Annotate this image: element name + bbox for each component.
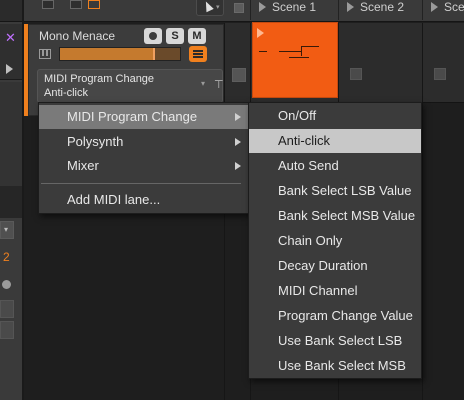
mute-button[interactable]: M: [188, 28, 206, 44]
play-icon[interactable]: [257, 28, 264, 38]
menu-item-mixer[interactable]: Mixer: [39, 154, 249, 178]
menu-icon: [193, 56, 203, 58]
scene-label: Scene 2: [360, 0, 405, 14]
menu-item-label: Use Bank Select MSB: [278, 358, 406, 373]
grid-line: [24, 22, 464, 23]
clip-note: [301, 46, 302, 56]
submenu-item-program-change-value[interactable]: Program Change Value: [249, 304, 421, 328]
clip-slot[interactable]: [252, 22, 338, 98]
chevron-right-icon: [235, 113, 241, 121]
chevron-right-icon: [235, 138, 241, 146]
submenu-item-decay-duration[interactable]: Decay Duration: [249, 254, 421, 278]
toolbar-active-toggle[interactable]: [88, 0, 100, 9]
clip-note: [279, 51, 301, 52]
menu-item-label: Auto Send: [278, 158, 339, 173]
play-icon[interactable]: [6, 64, 13, 74]
chevron-down-icon: ▾: [201, 79, 206, 88]
scene-label: Sce: [444, 0, 464, 14]
toolbar-grid-icon-2[interactable]: [70, 0, 82, 9]
grid-line: [422, 22, 423, 400]
close-icon[interactable]: ✕: [5, 30, 16, 46]
play-icon[interactable]: [259, 2, 266, 12]
pin-icon[interactable]: ⊤: [214, 78, 224, 91]
submenu-item-on-off[interactable]: On/Off: [249, 104, 421, 128]
menu-item-label: Program Change Value: [278, 308, 413, 323]
track-name[interactable]: Mono Menace: [39, 29, 115, 43]
play-icon[interactable]: [431, 2, 438, 12]
volume-fill: [60, 48, 154, 60]
scene-header-2[interactable]: Scene 2: [338, 0, 422, 20]
menu-item-label: Decay Duration: [278, 258, 368, 273]
clip-note: [301, 46, 319, 47]
menu-separator: [41, 183, 241, 184]
left-strip-button-2[interactable]: [0, 321, 14, 339]
left-strip-divider: [0, 186, 22, 218]
volume-fader[interactable]: [59, 47, 181, 61]
left-strip-button-1[interactable]: [0, 300, 14, 318]
solo-button[interactable]: S: [166, 28, 184, 44]
menu-item-label: Chain Only: [278, 233, 343, 248]
automation-lane-selector[interactable]: MIDI Program Change Anti-click ▾ ⊤: [37, 69, 224, 103]
submenu-item-use-bank-select-msb[interactable]: Use Bank Select MSB: [249, 354, 421, 378]
piano-icon: [39, 49, 51, 59]
menu-icon: [193, 53, 203, 55]
menu-item-label: On/Off: [278, 108, 317, 123]
lane-parameter-label: MIDI Program Change: [44, 73, 155, 85]
menu-item-label: Bank Select MSB Value: [278, 208, 416, 223]
record-slot-button[interactable]: [232, 68, 246, 82]
lane-value-label: Anti-click: [44, 87, 89, 99]
scene-header-3[interactable]: Sce: [422, 0, 464, 20]
menu-item-label: Use Bank Select LSB: [278, 333, 403, 348]
hamburger-menu-button[interactable]: [189, 46, 207, 62]
submenu-item-use-bank-select-lsb[interactable]: Use Bank Select LSB: [249, 329, 421, 353]
record-arm-button[interactable]: [144, 28, 162, 44]
menu-item-add-midi-lane[interactable]: Add MIDI lane...: [39, 188, 249, 212]
pointer-tool-button[interactable]: ▾: [196, 0, 224, 16]
submenu-item-bank-select-msb-value[interactable]: Bank Select MSB Value: [249, 204, 421, 228]
clip-note: [259, 51, 267, 52]
chevron-right-icon: [235, 162, 241, 170]
scene-header-1[interactable]: Scene 1: [250, 0, 338, 20]
left-strip-header: [0, 0, 24, 22]
submenu-item-midi-channel[interactable]: MIDI Channel: [249, 279, 421, 303]
menu-item-label: Bank Select LSB Value: [278, 183, 412, 198]
play-icon[interactable]: [347, 2, 354, 12]
menu-item-label: Add MIDI lane...: [67, 192, 161, 207]
empty-clip-slot[interactable]: [350, 68, 362, 80]
menu-icon: [193, 50, 203, 52]
menu-item-midi-program-change[interactable]: MIDI Program Change: [39, 105, 249, 129]
menu-item-label: Mixer: [67, 158, 99, 173]
menu-item-label: MIDI Program Change: [67, 109, 198, 124]
chevron-down-icon: ▾: [4, 225, 9, 234]
menu-item-label: Polysynth: [67, 134, 124, 149]
volume-handle[interactable]: [152, 48, 155, 60]
scene-launch-all-button[interactable]: [234, 3, 244, 13]
chevron-down-icon: ▾: [216, 4, 220, 11]
submenu: On/Off Anti-click Auto Send Bank Select …: [248, 102, 422, 379]
scene-label: Scene 1: [272, 0, 317, 14]
context-menu: MIDI Program Change Polysynth Mixer Add …: [38, 102, 250, 214]
submenu-item-chain-only[interactable]: Chain Only: [249, 229, 421, 253]
left-strip-number[interactable]: 2: [3, 250, 10, 264]
toolbar-grid-icon[interactable]: [42, 0, 54, 9]
menu-item-polysynth[interactable]: Polysynth: [39, 130, 249, 154]
cursor-icon: [202, 0, 214, 13]
empty-clip-slot[interactable]: [434, 68, 446, 80]
submenu-item-bank-select-lsb-value[interactable]: Bank Select LSB Value: [249, 179, 421, 203]
info-icon[interactable]: [2, 280, 11, 289]
submenu-item-auto-send[interactable]: Auto Send: [249, 154, 421, 178]
left-strip-body: [0, 82, 22, 186]
menu-item-label: MIDI Channel: [278, 283, 358, 298]
submenu-item-anti-click[interactable]: Anti-click: [249, 129, 421, 153]
clip-note: [289, 57, 309, 58]
menu-item-label: Anti-click: [278, 133, 331, 148]
